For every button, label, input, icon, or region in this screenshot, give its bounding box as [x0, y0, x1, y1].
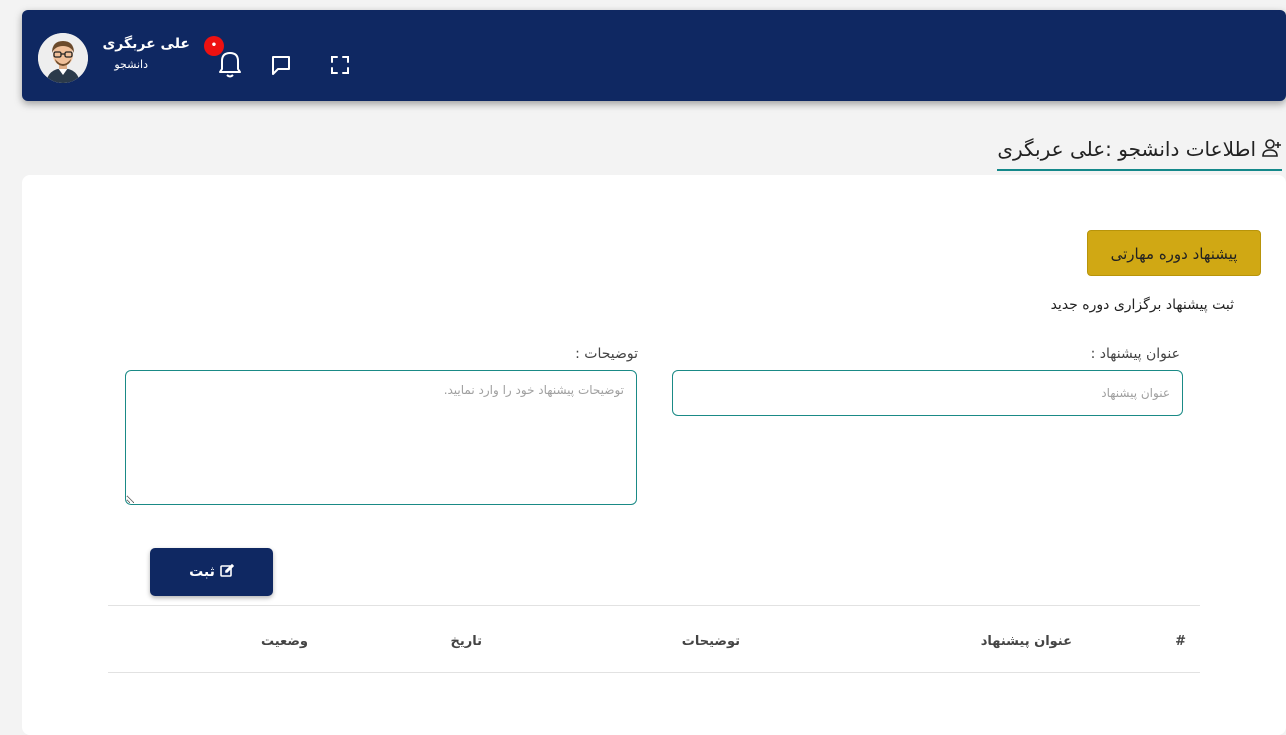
table-top-divider [108, 605, 1200, 606]
column-header-status: وضعیت [260, 634, 308, 649]
user-plus-icon [1260, 138, 1282, 163]
title-input[interactable] [672, 370, 1183, 416]
description-label: توضیحات : [575, 346, 638, 362]
submit-label: ثبت [189, 564, 215, 580]
column-header-index: # [1175, 634, 1186, 649]
title-label: عنوان پیشنهاد : [1090, 346, 1180, 362]
table-header-divider [108, 672, 1200, 673]
notification-badge: • [204, 36, 224, 56]
column-header-title: عنوان پیشنهاد [980, 634, 1072, 649]
section-title: ثبت پیشنهاد برگزاری دوره جدید [1050, 297, 1234, 313]
column-header-date: تاریخ [450, 634, 483, 649]
bell-icon[interactable] [217, 49, 243, 79]
page-title-text: اطلاعات دانشجو :علی عربگری [997, 137, 1256, 161]
avatar[interactable] [38, 33, 88, 83]
description-textarea[interactable] [125, 370, 637, 505]
user-role: دانشجو [114, 58, 148, 71]
page-title: اطلاعات دانشجو :علی عربگری [997, 137, 1282, 171]
fullscreen-icon[interactable] [329, 54, 351, 76]
chat-icon[interactable] [270, 54, 292, 76]
suggest-course-button[interactable]: پیشنهاد دوره مهارتی [1087, 230, 1261, 276]
user-name: علی عربگری [102, 36, 190, 52]
edit-icon [220, 563, 235, 581]
column-header-description: توضیحات [681, 634, 740, 649]
submit-button[interactable]: ثبت [150, 548, 273, 596]
